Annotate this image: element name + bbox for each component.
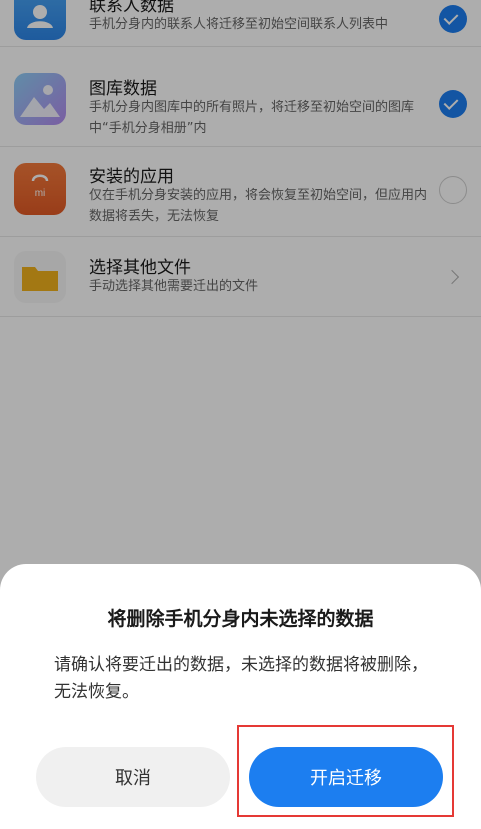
- dialog-message: 请确认将要迁出的数据，未选择的数据将被删除，无法恢复。: [54, 655, 428, 702]
- dialog-title: 将删除手机分身内未选择的数据: [107, 608, 374, 630]
- cancel-button[interactable]: 取消: [36, 747, 230, 807]
- highlight-box: [237, 725, 454, 817]
